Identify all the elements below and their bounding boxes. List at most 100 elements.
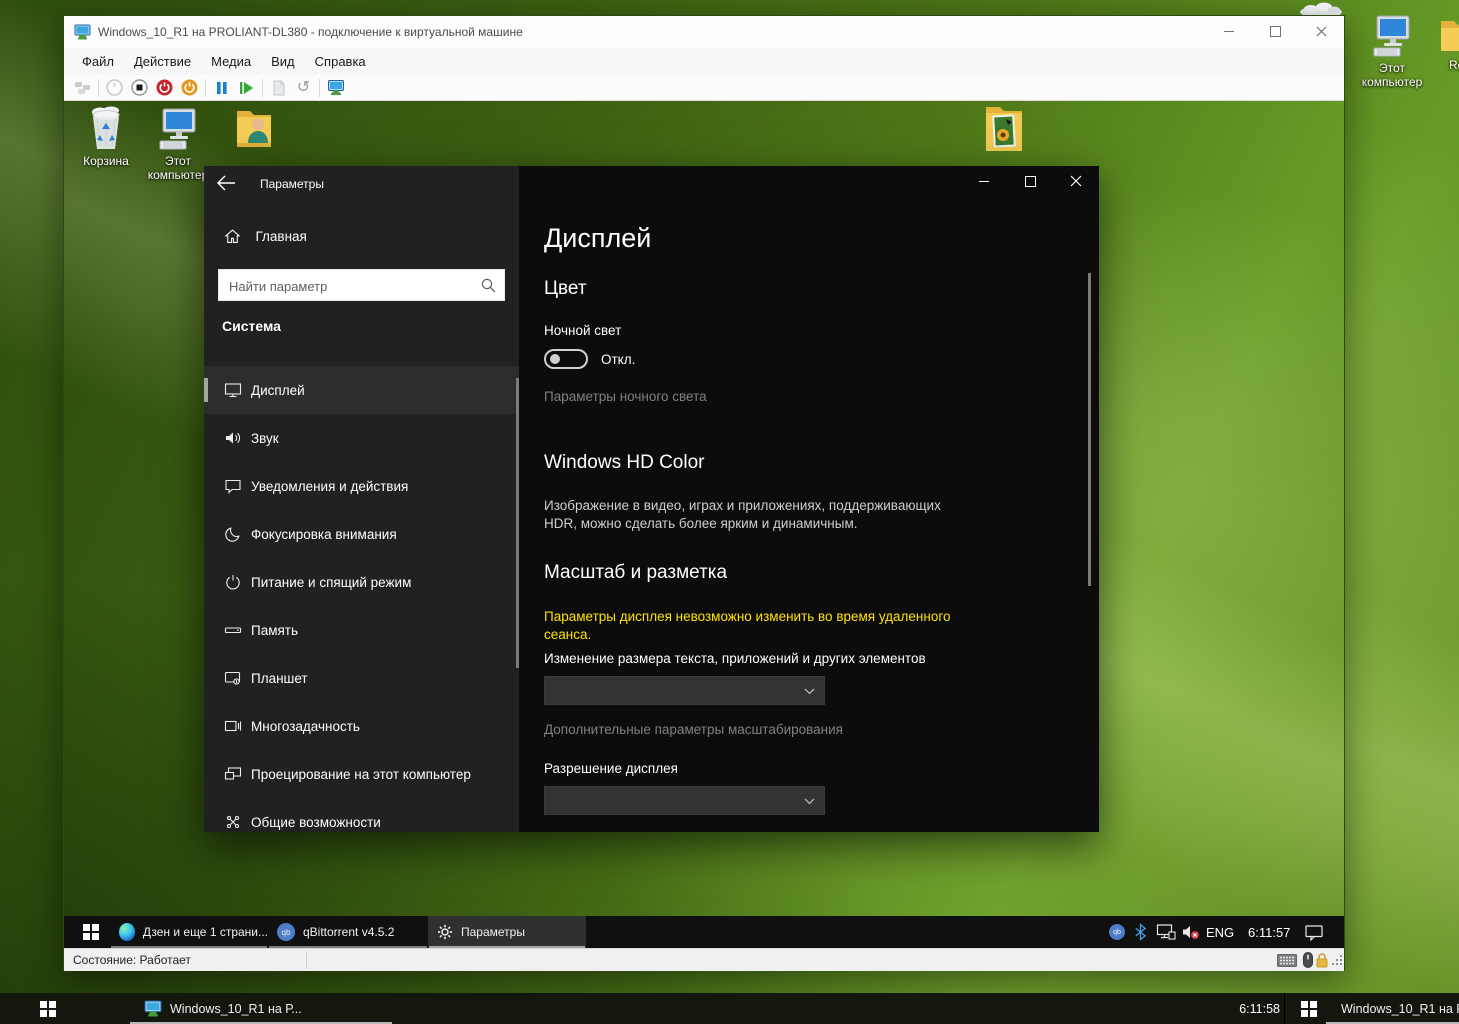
chevron-down-icon xyxy=(804,688,815,695)
resume-icon xyxy=(239,81,254,95)
vm-taskbar: Дзен и еще 1 страни... qb qBittorrent v4… xyxy=(64,916,1344,948)
minimize-button[interactable] xyxy=(1206,16,1252,46)
pause-icon xyxy=(215,81,229,95)
vm-tray-language[interactable]: ENG xyxy=(1206,916,1234,948)
menu-media[interactable]: Медиа xyxy=(201,54,261,69)
scale-dropdown[interactable] xyxy=(544,676,825,705)
checkpoint-button-disabled xyxy=(266,77,291,99)
user-folder-icon xyxy=(231,105,277,151)
vmconnect-titlebar[interactable]: Windows_10_R1 на PROLIANT-DL380 - подклю… xyxy=(64,16,1344,48)
vmconnect-icon xyxy=(144,1000,162,1017)
sidebar-item-sound[interactable]: Звук xyxy=(204,414,519,462)
clock-label: 6:11:57 xyxy=(1248,925,1290,940)
sidebar-scrollbar[interactable] xyxy=(516,378,519,668)
vm-start-button[interactable] xyxy=(72,916,110,948)
menu-view[interactable]: Вид xyxy=(261,54,305,69)
vmconnect-menubar: Файл Действие Медиа Вид Справка xyxy=(64,48,1344,75)
checkpoint-icon xyxy=(271,80,287,96)
back-button[interactable] xyxy=(216,174,236,192)
advanced-scaling-link[interactable]: Дополнительные параметры масштабирования xyxy=(544,722,843,737)
content-scrollbar[interactable] xyxy=(1088,273,1091,586)
recycle-bin-peek-icon[interactable] xyxy=(1297,1,1345,15)
host-taskbar-button-vmconnect-secondary[interactable]: Windows_10_R1 на P. xyxy=(1326,993,1459,1024)
hdr-heading: Windows HD Color xyxy=(544,452,704,474)
vm-desktop-icon-user-folder[interactable] xyxy=(222,105,286,151)
menu-help[interactable]: Справка xyxy=(305,54,376,69)
sidebar-item-power-sleep[interactable]: Питание и спящий режим xyxy=(204,558,519,606)
sound-icon xyxy=(224,429,242,447)
pictures-folder-icon xyxy=(980,103,1028,155)
resume-button[interactable] xyxy=(234,77,259,99)
vm-taskbar-button-qbittorrent[interactable]: qb qBittorrent v4.5.2 xyxy=(268,916,428,948)
host-start-button-secondary[interactable] xyxy=(1290,993,1328,1024)
vm-tray-bluetooth[interactable] xyxy=(1134,916,1147,948)
revert-button[interactable]: ↺ xyxy=(291,77,316,99)
night-light-settings-link[interactable]: Параметры ночного света xyxy=(544,389,707,404)
sidebar-item-projecting[interactable]: Проецирование на этот компьютер xyxy=(204,750,519,798)
windows-logo-icon xyxy=(83,924,99,940)
vm-desktop-icon-this-pc[interactable]: Этот компьютер xyxy=(146,105,210,182)
close-icon xyxy=(1316,26,1327,37)
start-button-disabled xyxy=(102,77,127,99)
search-input[interactable] xyxy=(227,271,471,301)
scale-heading: Масштаб и разметка xyxy=(544,562,727,584)
recycle-bin-icon xyxy=(84,105,128,151)
vm-tray-volume-muted[interactable] xyxy=(1181,916,1201,948)
close-button[interactable] xyxy=(1298,16,1344,46)
shared-experiences-icon xyxy=(224,813,242,831)
sidebar-item-shared-experiences[interactable]: Общие возможности xyxy=(204,798,519,832)
menu-action[interactable]: Действие xyxy=(124,54,201,69)
host-desktop-icon-folder-ron[interactable]: Ron xyxy=(1432,15,1459,72)
desktop-icon-label: Этот компьютер xyxy=(146,154,210,182)
enhanced-session-button[interactable] xyxy=(323,77,348,99)
action-center-icon xyxy=(1304,923,1324,941)
vm-action-center-button[interactable] xyxy=(1304,916,1324,948)
minimize-button[interactable] xyxy=(961,166,1007,196)
host-desktop-icon-this-pc[interactable]: Этот компьютер xyxy=(1352,12,1432,89)
sidebar-item-multitasking[interactable]: Многозадачность xyxy=(204,702,519,750)
settings-search-box xyxy=(218,269,505,301)
resolution-dropdown[interactable] xyxy=(544,786,825,815)
host-start-button[interactable] xyxy=(28,993,68,1024)
search-icon[interactable] xyxy=(480,277,497,294)
pause-button[interactable] xyxy=(209,77,234,99)
sidebar-item-storage[interactable]: Память xyxy=(204,606,519,654)
vm-desktop-icon-recycle-bin[interactable]: Корзина xyxy=(74,105,138,168)
statusbar-divider xyxy=(306,951,307,969)
vm-tray-clock[interactable]: 6:11:57 xyxy=(1248,916,1290,948)
host-taskbar-clock[interactable]: 6:11:58 xyxy=(1185,993,1280,1024)
turn-off-button[interactable] xyxy=(127,77,152,99)
vm-taskbar-button-edge[interactable]: Дзен и еще 1 страни... xyxy=(110,916,268,948)
close-button[interactable] xyxy=(1053,166,1099,196)
maximize-button[interactable] xyxy=(1007,166,1053,196)
shut-down-button[interactable] xyxy=(152,77,177,99)
vm-taskbar-button-settings[interactable]: Параметры xyxy=(428,916,586,948)
menu-file[interactable]: Файл xyxy=(72,54,124,69)
vm-tray-network[interactable] xyxy=(1156,916,1176,948)
turn-off-icon xyxy=(131,79,148,96)
sidebar-item-display[interactable]: Дисплей xyxy=(204,366,519,414)
sidebar-item-focus-assist[interactable]: Фокусировка внимания xyxy=(204,510,519,558)
close-icon xyxy=(1070,175,1082,187)
vm-tray-qbittorrent[interactable]: qb xyxy=(1109,916,1125,948)
gear-icon xyxy=(437,924,453,940)
minimize-icon xyxy=(1224,31,1234,32)
maximize-button[interactable] xyxy=(1252,16,1298,46)
desktop-icon-label: Корзина xyxy=(83,154,129,168)
sidebar-item-home[interactable]: Главная xyxy=(224,228,307,246)
shut-down-icon xyxy=(156,79,173,96)
minimize-icon xyxy=(979,181,989,182)
clock-label: 6:11:58 xyxy=(1239,1002,1280,1016)
save-state-button[interactable] xyxy=(177,77,202,99)
night-light-toggle[interactable] xyxy=(544,349,588,369)
vm-desktop-icon-pictures-folder[interactable] xyxy=(972,103,1036,155)
maximize-icon xyxy=(1025,176,1036,187)
resize-grip-icon[interactable] xyxy=(1332,955,1343,966)
this-pc-icon xyxy=(1369,12,1415,58)
language-label: ENG xyxy=(1206,925,1234,940)
ctrl-alt-del-button[interactable] xyxy=(70,77,95,99)
selection-indicator xyxy=(204,378,208,402)
sidebar-item-notifications[interactable]: Уведомления и действия xyxy=(204,462,519,510)
host-taskbar-button-vmconnect[interactable]: Windows_10_R1 на Р... xyxy=(130,993,392,1024)
sidebar-item-tablet[interactable]: Планшет xyxy=(204,654,519,702)
